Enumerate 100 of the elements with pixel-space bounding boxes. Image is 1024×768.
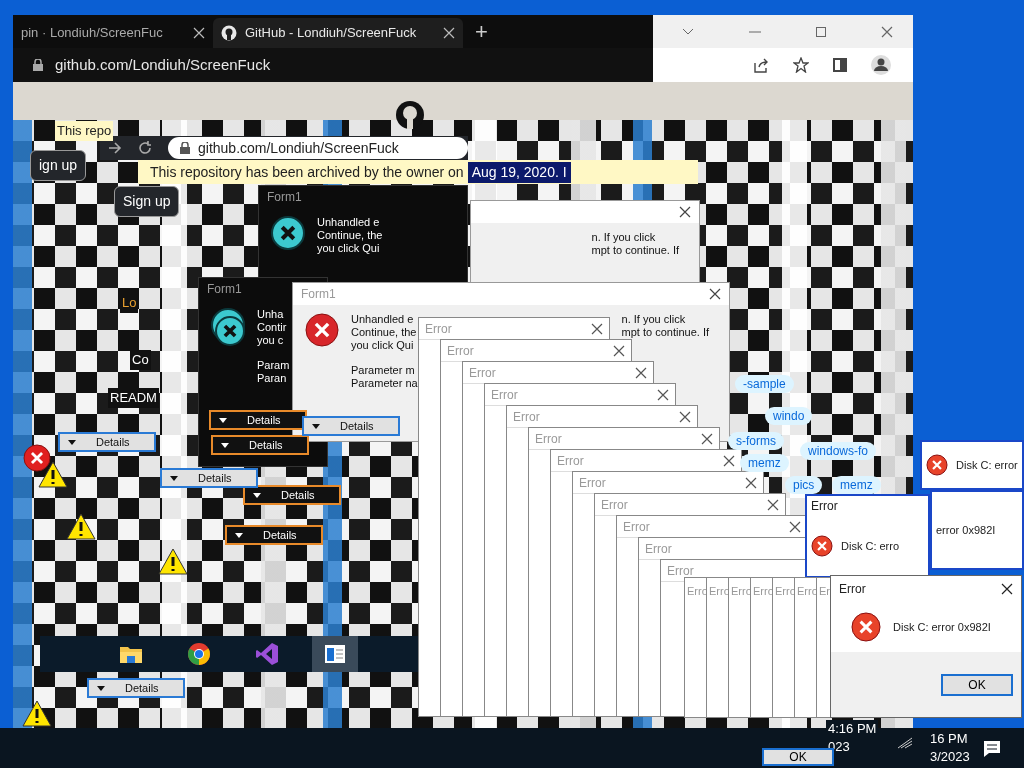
notification-icon [983,740,1001,758]
message-line: Parameter na [351,377,418,390]
lock-icon [33,59,43,71]
tab-title: pin · Londiuh/ScreenFuc [21,24,164,43]
message-line: Param [257,359,290,372]
close-icon [679,206,691,218]
window-title: Error [557,452,584,470]
lock-icon [180,142,190,154]
window-title: Error [491,386,518,404]
topic-tag[interactable]: s-forms [728,432,784,450]
star-icon [793,57,809,73]
message-line: Paran [257,372,288,385]
caret-icon [219,417,227,423]
message-line: Unhandled e [317,216,381,229]
window-title: Error [601,496,628,514]
topic-tag[interactable]: windows-fo [800,442,877,460]
close-icon [723,454,735,467]
clock-time: 16 PM [930,730,969,748]
topic-tag[interactable]: memz [832,476,881,494]
details-button[interactable]: Details [225,525,323,545]
sign-up-button[interactable]: ign up [30,150,87,181]
topic-tag[interactable]: windo [765,407,813,425]
taskbar-app-button[interactable] [312,636,358,672]
error-message: error 0x982I [936,522,996,538]
details-button[interactable]: Details [211,435,309,455]
window-title: Error [513,408,540,426]
window-title: Er [818,585,830,597]
window-title: Error [811,498,838,515]
window-title: Error [579,474,606,492]
caret-icon [68,439,76,445]
caret-icon [97,685,105,691]
close-icon [657,388,669,401]
reload-icon [138,141,152,155]
message-line: Continue, the [317,229,383,242]
message-line: you click Qui [351,339,415,352]
caret-icon [170,475,178,481]
error-icon [271,216,305,250]
message-line: n. If you click [621,313,687,326]
new-tab-button[interactable]: + [463,18,500,48]
dialog-title: Form1 [207,281,242,298]
topic-tag[interactable]: memz [740,454,789,472]
sign-up-button[interactable]: Sign up [114,186,180,217]
window-title: Error [839,581,866,598]
topic-tag[interactable]: pics [785,476,823,494]
address-text: github.com/Londiuh/ScreenFuck [198,138,399,158]
sidebar-icon [833,58,847,72]
message-line: Contir [257,321,288,334]
details-button[interactable]: Details [160,468,258,488]
message-line: you c [257,334,285,347]
close-icon [591,322,603,335]
window-title: Error [425,320,452,338]
window-title: Error [667,562,694,580]
close-icon [789,520,801,533]
window-title: Error [535,430,562,448]
dialog-title: Form1 [267,189,302,206]
error-icon [215,316,245,346]
message-line: mpt to continue. If [621,326,709,339]
tab-title: GitHub - Londiuh/ScreenFuck [245,24,418,43]
message-line: Unhandled e [351,313,415,326]
clock-date: 3/2023 [930,748,970,766]
details-button[interactable]: Details [58,432,156,452]
warning-icon [22,700,52,727]
minimize-icon [749,30,761,33]
selected-text: Aug 19, 2020. I [467,161,571,183]
window-title: Error [447,342,474,360]
details-button[interactable]: Details [243,485,341,505]
message-line: Unha [257,308,285,321]
address-bar[interactable]: github.com/Londiuh/ScreenFuck [168,137,468,159]
close-icon [443,27,455,39]
warning-icon [158,548,188,575]
close-icon [745,476,757,489]
error-message: Disk C: erro [841,538,900,554]
maximize-icon [816,26,826,37]
network-icon [897,737,913,749]
details-button[interactable]: Details [302,416,400,436]
clock-time: 4:16 PM [828,720,877,738]
close-icon [709,288,721,300]
address-text: github.com/Londiuh/ScreenFuck [55,54,271,75]
ok-button[interactable]: OK [762,748,834,766]
profile-icon [871,55,891,75]
details-button[interactable]: Details [87,678,185,698]
details-button[interactable]: Details [209,410,307,430]
browser-tab[interactable]: GitHub - Londiuh/ScreenFuck [213,18,463,48]
window-title: Error [469,364,496,382]
close-icon [767,498,779,511]
error-icon [811,535,833,557]
warning-icon [66,513,96,540]
page-text: READM [108,388,159,408]
message-line: Parameter m [351,364,416,377]
error-icon [305,313,339,347]
close-icon [701,432,713,445]
topic-tag[interactable]: -sample [735,375,794,393]
error-icon [851,612,881,642]
error-icon [23,444,51,472]
window-app-icon [325,645,345,663]
dialog-title: Form1 [301,286,336,303]
ok-button[interactable]: OK [941,673,1013,696]
page-text: Co [130,350,151,370]
chrome-logo-icon [187,642,211,666]
error-message: Disk C: error 0x982I [893,619,991,635]
